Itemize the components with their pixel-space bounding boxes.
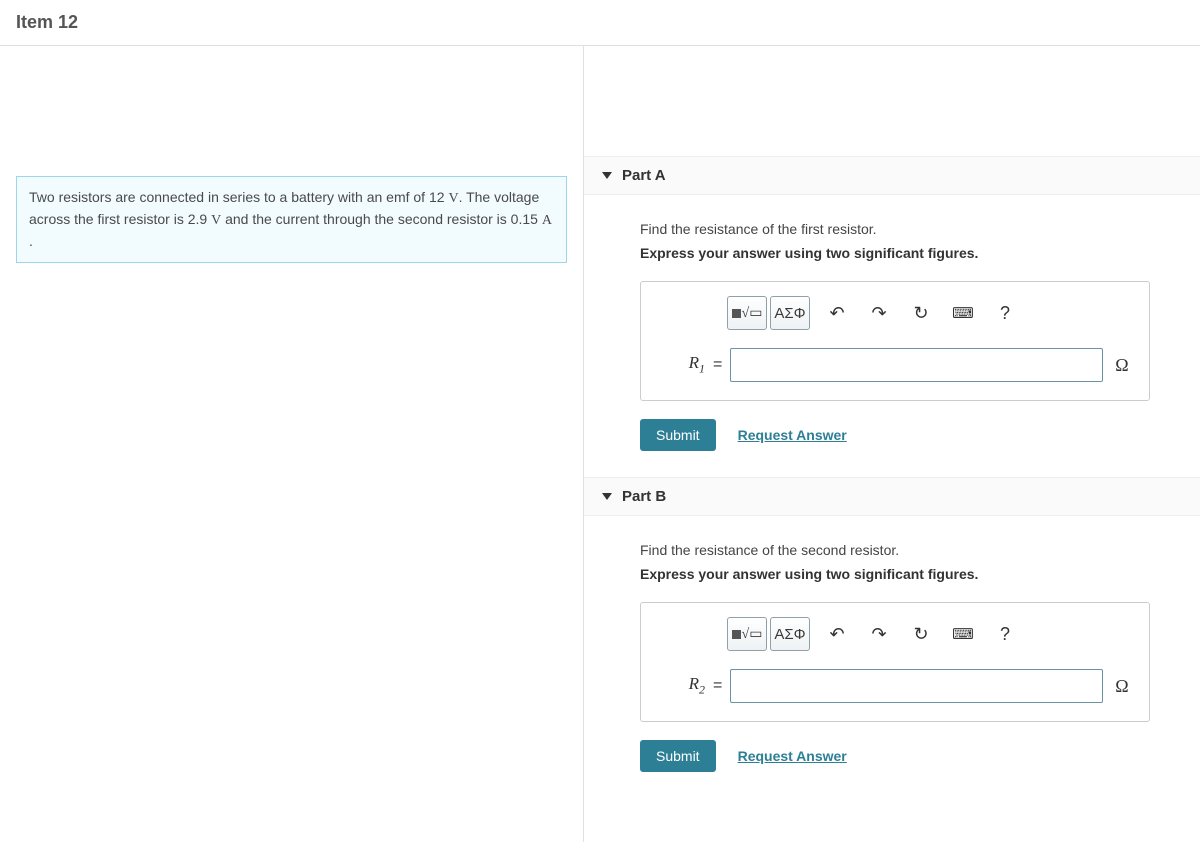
part-b-actions: Submit Request Answer — [640, 740, 1180, 772]
part-a-body: Find the resistance of the first resisto… — [584, 195, 1200, 477]
problem-text: . — [29, 233, 33, 249]
part-a-submit-button[interactable]: Submit — [640, 419, 716, 451]
problem-unit: V — [448, 191, 458, 206]
part-b-toggle[interactable]: Part B — [584, 477, 1200, 516]
equation-tool-group: √▭ ΑΣΦ — [727, 296, 810, 330]
toolbar-right-icons: ↶ ↷ ↻ ⌨ ? — [824, 621, 1018, 647]
main-layout: Two resistors are connected in series to… — [0, 46, 1200, 842]
part-b-toolbar: √▭ ΑΣΦ ↶ ↷ ↻ ⌨ ? — [727, 617, 1133, 651]
answer-column: Part A Find the resistance of the first … — [584, 46, 1200, 842]
part-a-input-row: R1 = Ω — [657, 348, 1133, 382]
part-b-request-answer-link[interactable]: Request Answer — [738, 748, 847, 764]
greek-button[interactable]: ΑΣΦ — [770, 617, 810, 651]
part-a-toggle[interactable]: Part A — [584, 156, 1200, 195]
part-a-unit: Ω — [1111, 355, 1133, 376]
part-b-input-row: R2 = Ω — [657, 669, 1133, 703]
problem-unit: V — [211, 213, 221, 228]
help-icon[interactable]: ? — [992, 621, 1018, 647]
problem-statement: Two resistors are connected in series to… — [16, 176, 567, 263]
problem-unit: A — [542, 213, 552, 228]
template-button[interactable]: √▭ — [727, 617, 767, 651]
keyboard-icon[interactable]: ⌨ — [950, 621, 976, 647]
caret-down-icon — [602, 172, 612, 179]
part-b-unit: Ω — [1111, 676, 1133, 697]
template-icon: √▭ — [732, 305, 763, 322]
part-b-hint: Express your answer using two significan… — [640, 566, 1180, 582]
reset-icon[interactable]: ↻ — [908, 621, 934, 647]
template-icon: √▭ — [732, 626, 763, 643]
part-b-answer-input[interactable] — [730, 669, 1103, 703]
part-b-submit-button[interactable]: Submit — [640, 740, 716, 772]
part-a-hint: Express your answer using two significan… — [640, 245, 1180, 261]
part-b-prompt: Find the resistance of the second resist… — [640, 542, 1180, 558]
part-a-prompt: Find the resistance of the first resisto… — [640, 221, 1180, 237]
help-icon[interactable]: ? — [992, 300, 1018, 326]
part-a-answer-frame: √▭ ΑΣΦ ↶ ↷ ↻ ⌨ ? R1 = Ω — [640, 281, 1150, 401]
undo-icon[interactable]: ↶ — [824, 300, 850, 326]
toolbar-right-icons: ↶ ↷ ↻ ⌨ ? — [824, 300, 1018, 326]
equals-sign: = — [713, 356, 722, 374]
page-header: Item 12 — [0, 0, 1200, 46]
undo-icon[interactable]: ↶ — [824, 621, 850, 647]
reset-icon[interactable]: ↻ — [908, 300, 934, 326]
equals-sign: = — [713, 677, 722, 695]
part-b-answer-frame: √▭ ΑΣΦ ↶ ↷ ↻ ⌨ ? R2 = Ω — [640, 602, 1150, 722]
greek-button[interactable]: ΑΣΦ — [770, 296, 810, 330]
redo-icon[interactable]: ↷ — [866, 621, 892, 647]
part-b-title: Part B — [622, 488, 666, 505]
part-a-answer-input[interactable] — [730, 348, 1103, 382]
redo-icon[interactable]: ↷ — [866, 300, 892, 326]
problem-text: and the current through the second resis… — [221, 211, 542, 227]
equation-tool-group: √▭ ΑΣΦ — [727, 617, 810, 651]
problem-column: Two resistors are connected in series to… — [0, 46, 584, 842]
part-b-variable: R2 — [657, 674, 705, 697]
problem-text: Two resistors are connected in series to… — [29, 189, 448, 205]
part-a-request-answer-link[interactable]: Request Answer — [738, 427, 847, 443]
part-a-title: Part A — [622, 167, 666, 184]
part-b-body: Find the resistance of the second resist… — [584, 516, 1200, 798]
template-button[interactable]: √▭ — [727, 296, 767, 330]
page-title: Item 12 — [16, 12, 1184, 33]
part-a-variable: R1 — [657, 353, 705, 376]
caret-down-icon — [602, 493, 612, 500]
part-a-actions: Submit Request Answer — [640, 419, 1180, 451]
part-a-toolbar: √▭ ΑΣΦ ↶ ↷ ↻ ⌨ ? — [727, 296, 1133, 330]
keyboard-icon[interactable]: ⌨ — [950, 300, 976, 326]
